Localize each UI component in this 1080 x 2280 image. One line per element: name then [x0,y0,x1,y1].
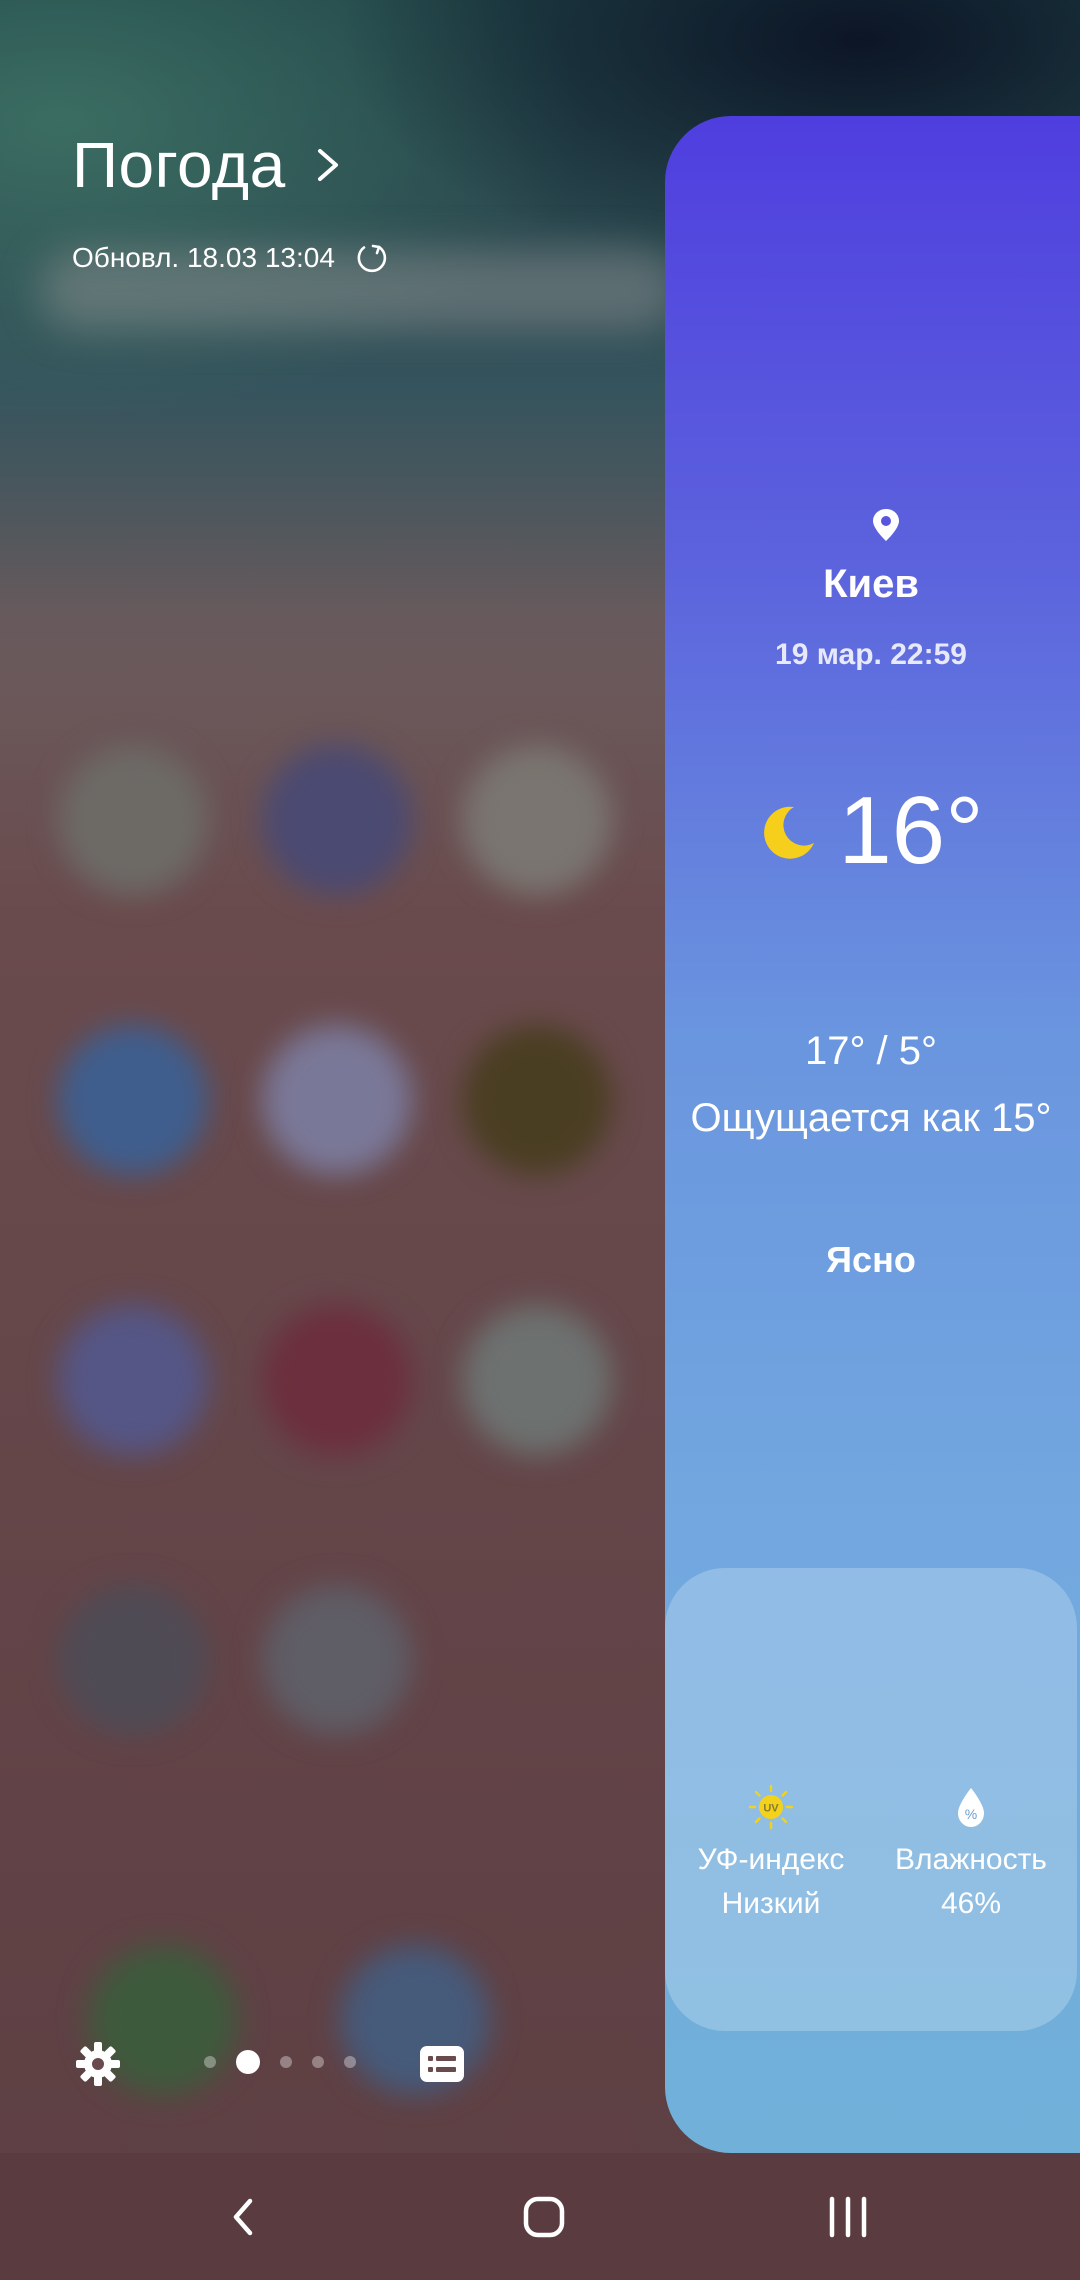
weather-card[interactable]: Киев 19 мар. 22:59 16° 17° / 5° Ощущаетс… [665,116,1080,2153]
page-dot-active [236,2050,260,2074]
update-status: Обновл. 18.03 13:04 [72,240,389,276]
weather-condition: Ясно [826,1239,916,1280]
blurred-app-icon [262,1025,412,1175]
recents-icon[interactable] [818,2187,878,2247]
blurred-app-icon [262,1305,412,1455]
uv-sun-icon: UV [748,1784,794,1830]
blurred-app-icon [462,1305,612,1455]
high-low-temperature: 17° / 5° [804,1029,938,1073]
humidity-label: Влажность [895,1843,1047,1876]
back-icon[interactable] [214,2187,274,2247]
navigation-bar [0,2153,1080,2280]
blurred-app-icon [58,1305,208,1455]
blurred-app-icon [462,745,612,895]
current-temperature: 16° [838,777,984,884]
uv-value: Низкий [721,1887,821,1920]
feels-like-temperature: Ощущается как 15° [690,1096,1052,1140]
blurred-app-icon [262,1585,412,1735]
page-dot [280,2056,292,2068]
humidity-value: 46% [940,1887,1002,1920]
weather-title-link[interactable]: Погода [72,128,348,202]
blurred-app-icon [462,1025,612,1175]
edge-panel-screen: Погода Обновл. 18.03 13:04 Киев 19 мар. … [0,0,1080,2280]
humidity-drop-icon: % [958,1788,984,1827]
page-dot [344,2056,356,2068]
svg-text:UV: UV [763,1803,779,1815]
blurred-app-icon [262,745,412,895]
uv-label: УФ-индекс [697,1843,845,1876]
current-temperature-row: 16° [665,776,1077,886]
refresh-icon[interactable] [353,240,389,276]
home-icon[interactable] [514,2187,574,2247]
page-dot [312,2056,324,2068]
chevron-right-icon [317,149,338,181]
gear-icon[interactable] [74,2040,122,2088]
blurred-app-icon [58,1585,208,1735]
edge-panel-controls [0,2030,660,2100]
city-name: Киев [823,562,919,606]
page-indicator [204,2050,376,2074]
page-dot [204,2056,216,2068]
updated-text: Обновл. 18.03 13:04 [72,242,335,273]
uv-index: УФ-индекс Низкий [671,1838,871,1926]
list-icon[interactable] [418,2044,466,2084]
moon-icon [764,806,815,859]
weather-details-card: UV УФ-индекс Низкий % Влажность 46% [665,1568,1077,2031]
widget-title: Погода [72,129,286,201]
humidity: Влажность 46% [871,1838,1071,1926]
svg-text:%: % [965,1806,977,1822]
local-datetime: 19 мар. 22:59 [775,638,967,671]
location-pin-icon [873,509,899,541]
blurred-app-icon [58,1025,208,1175]
blurred-app-icon [58,745,208,895]
